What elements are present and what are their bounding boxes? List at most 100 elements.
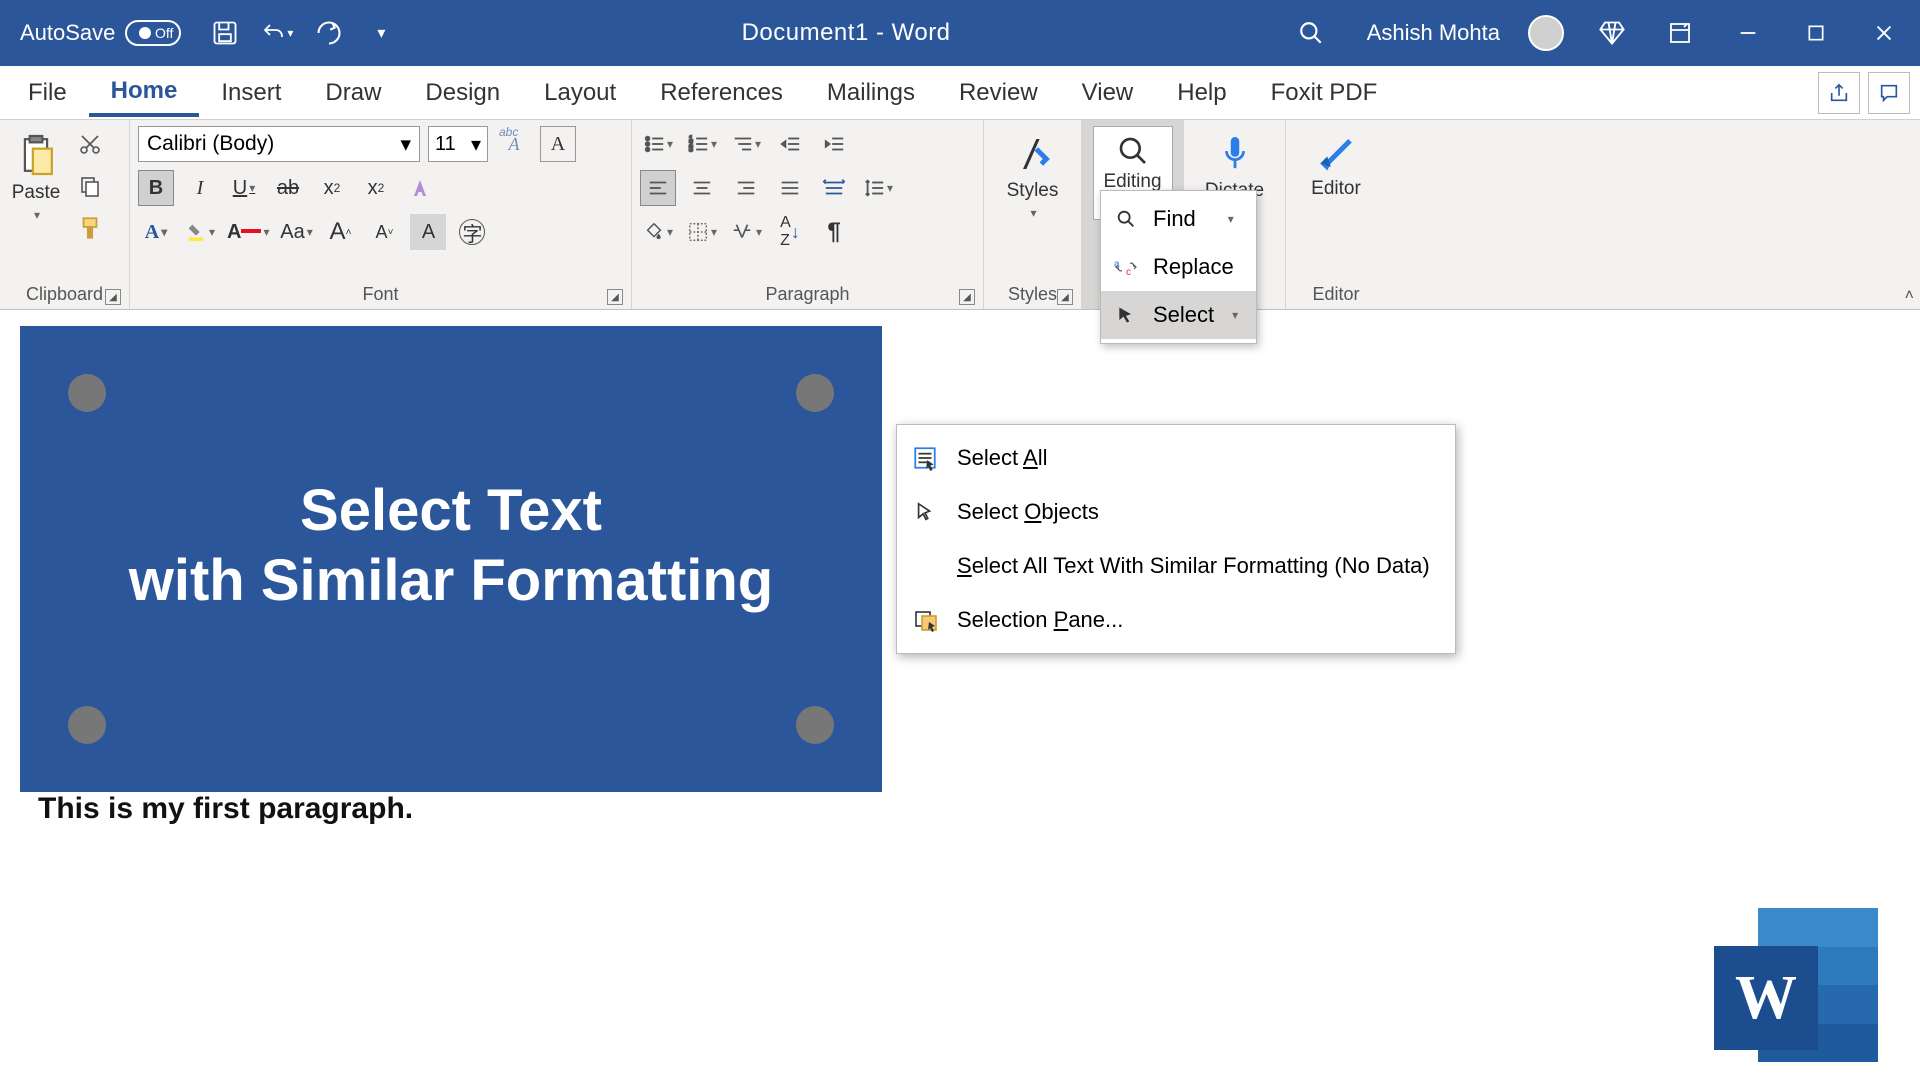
character-shading-icon[interactable]: A xyxy=(410,214,446,250)
styles-button[interactable]: Styles ▾ xyxy=(993,126,1073,226)
paste-button[interactable]: Paste ▾ xyxy=(8,126,64,228)
tab-review[interactable]: Review xyxy=(937,71,1060,115)
tab-home[interactable]: Home xyxy=(89,69,200,117)
show-hide-icon[interactable]: ¶ xyxy=(816,214,852,250)
banner-dot-icon xyxy=(68,374,106,412)
paragraph-launcher[interactable]: ◢ xyxy=(959,289,975,305)
bullets-icon[interactable]: ▾ xyxy=(640,126,676,162)
select-similar-formatting-item[interactable]: Select All Text With Similar Formatting … xyxy=(897,539,1455,593)
replace-icon: ac xyxy=(1113,254,1139,280)
tab-view[interactable]: View xyxy=(1060,71,1156,115)
align-center-icon[interactable] xyxy=(684,170,720,206)
cut-icon[interactable] xyxy=(72,126,108,162)
tab-references[interactable]: References xyxy=(638,71,805,115)
sort-icon[interactable]: AZ↓ xyxy=(772,214,808,250)
text-effects-icon[interactable] xyxy=(402,170,438,206)
align-left-icon[interactable] xyxy=(640,170,676,206)
collapse-ribbon-icon[interactable]: ˄ xyxy=(1905,287,1914,305)
highlight-icon[interactable]: ▾ xyxy=(182,214,218,250)
select-all-icon xyxy=(911,444,939,472)
save-icon[interactable] xyxy=(209,17,241,49)
tab-insert[interactable]: Insert xyxy=(199,71,303,115)
comments-button[interactable] xyxy=(1868,72,1910,114)
autosave-toggle[interactable]: AutoSave Off xyxy=(20,20,181,46)
paste-label: Paste xyxy=(12,182,61,204)
group-font: Calibri (Body)▾ 11▾ abcA A B I U▾ ab x2 … xyxy=(130,120,632,309)
document-paragraph[interactable]: This is my first paragraph. xyxy=(38,792,413,826)
select-objects-item[interactable]: Select Objects xyxy=(897,485,1455,539)
autosave-switch[interactable]: Off xyxy=(125,20,181,46)
font-color-icon[interactable]: A▾ xyxy=(226,214,270,250)
maximize-button[interactable] xyxy=(1796,13,1836,53)
font-name-combo[interactable]: Calibri (Body)▾ xyxy=(138,126,420,162)
autosave-state: Off xyxy=(155,25,173,41)
styles-launcher[interactable]: ◢ xyxy=(1057,289,1073,305)
close-button[interactable] xyxy=(1864,13,1904,53)
editor-group-label: Editor xyxy=(1294,281,1378,307)
tab-foxit-pdf[interactable]: Foxit PDF xyxy=(1249,71,1400,115)
subscript-button[interactable]: x2 xyxy=(314,170,350,206)
borders-icon[interactable]: ▾ xyxy=(684,214,720,250)
replace-menu-item[interactable]: ac Replace xyxy=(1101,243,1256,291)
find-menu-item[interactable]: Find ▾ xyxy=(1101,195,1256,243)
align-right-icon[interactable] xyxy=(728,170,764,206)
clear-formatting-icon[interactable]: abcA xyxy=(496,126,532,162)
underline-button[interactable]: U▾ xyxy=(226,170,262,206)
document-banner: Select Text with Similar Formatting xyxy=(20,326,882,792)
enclose-characters-icon[interactable]: 字 xyxy=(454,214,490,250)
tab-design[interactable]: Design xyxy=(403,71,522,115)
user-name: Ashish Mohta xyxy=(1367,20,1500,46)
editing-dropdown: Find ▾ ac Replace Select ▾ xyxy=(1100,190,1257,344)
banner-text: Select Text with Similar Formatting xyxy=(20,476,882,615)
tab-draw[interactable]: Draw xyxy=(303,71,403,115)
shading-icon[interactable]: ▾ xyxy=(640,214,676,250)
share-button[interactable] xyxy=(1818,72,1860,114)
font-size-combo[interactable]: 11▾ xyxy=(428,126,488,162)
search-icon[interactable] xyxy=(1295,17,1327,49)
select-all-item[interactable]: Select All xyxy=(897,431,1455,485)
character-border-icon[interactable]: A xyxy=(540,126,576,162)
undo-icon[interactable]: ▾ xyxy=(261,17,293,49)
tab-help[interactable]: Help xyxy=(1155,71,1248,115)
text-fill-icon[interactable]: A▾ xyxy=(138,214,174,250)
copy-icon[interactable] xyxy=(72,168,108,204)
user-avatar[interactable] xyxy=(1528,15,1564,51)
shrink-font-icon[interactable]: A˅ xyxy=(366,214,402,250)
increase-indent-icon[interactable] xyxy=(816,126,852,162)
strikethrough-button[interactable]: ab xyxy=(270,170,306,206)
font-launcher[interactable]: ◢ xyxy=(607,289,623,305)
justify-icon[interactable] xyxy=(772,170,808,206)
autosave-label: AutoSave xyxy=(20,20,115,46)
editor-button[interactable]: Editor xyxy=(1296,126,1376,206)
italic-button[interactable]: I xyxy=(182,170,218,206)
line-spacing-icon[interactable]: ▾ xyxy=(860,170,896,206)
bold-button[interactable]: B xyxy=(138,170,174,206)
group-editor: Editor Editor xyxy=(1286,120,1386,309)
quick-access-toolbar: ▾ ▾ xyxy=(209,17,397,49)
format-painter-icon[interactable] xyxy=(72,210,108,246)
title-bar: AutoSave Off ▾ ▾ Document1 - Word Ashish… xyxy=(0,0,1920,66)
customize-qat-icon[interactable]: ▾ xyxy=(365,17,397,49)
styles-group-label: Styles◢ xyxy=(992,281,1073,307)
change-case-icon[interactable]: Aa▾ xyxy=(278,214,314,250)
diamond-icon[interactable] xyxy=(1592,13,1632,53)
minimize-button[interactable] xyxy=(1728,13,1768,53)
superscript-button[interactable]: x2 xyxy=(358,170,394,206)
banner-dot-icon xyxy=(796,706,834,744)
redo-icon[interactable] xyxy=(313,17,345,49)
grow-font-icon[interactable]: A˄ xyxy=(322,214,358,250)
selection-pane-item[interactable]: Selection Pane... xyxy=(897,593,1455,647)
numbering-icon[interactable]: 123▾ xyxy=(684,126,720,162)
multilevel-list-icon[interactable]: ▾ xyxy=(728,126,764,162)
select-menu-item[interactable]: Select ▾ xyxy=(1101,291,1256,339)
clipboard-launcher[interactable]: ◢ xyxy=(105,289,121,305)
selection-pane-icon xyxy=(911,606,939,634)
tab-file[interactable]: File xyxy=(6,71,89,115)
select-cursor-icon xyxy=(1113,302,1139,328)
ribbon-display-icon[interactable] xyxy=(1660,13,1700,53)
tab-layout[interactable]: Layout xyxy=(522,71,638,115)
distributed-icon[interactable] xyxy=(816,170,852,206)
asian-layout-icon[interactable]: ▾ xyxy=(728,214,764,250)
tab-mailings[interactable]: Mailings xyxy=(805,71,937,115)
decrease-indent-icon[interactable] xyxy=(772,126,808,162)
